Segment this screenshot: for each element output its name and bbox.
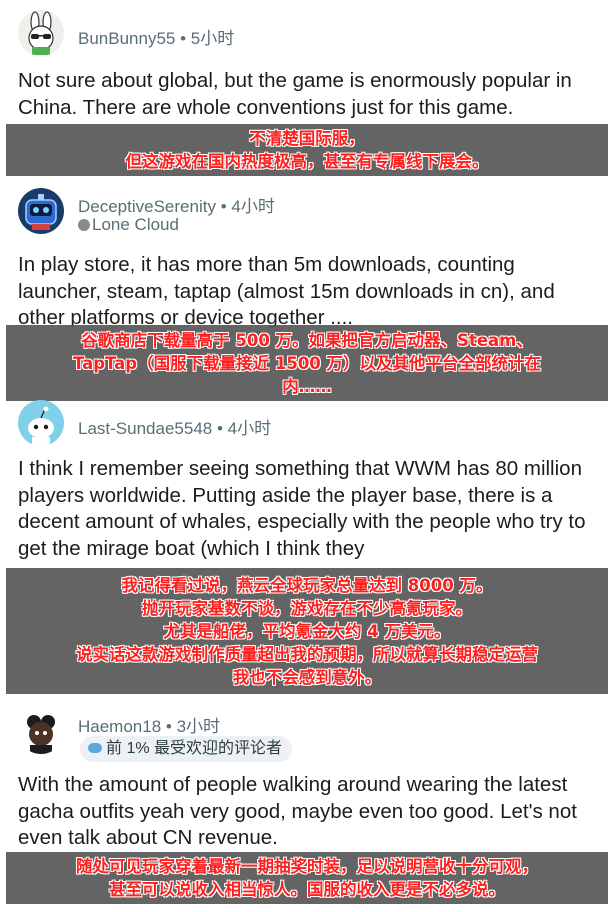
timestamp: 3小时 (176, 717, 221, 736)
comment-meta: Last-Sundae5548 • 4小时 (78, 414, 271, 439)
meta-separator: • (220, 197, 227, 216)
cloud-flair-icon (78, 219, 90, 231)
username[interactable]: DeceptiveSerenity (78, 197, 216, 216)
dark-avatar-icon[interactable] (18, 708, 64, 754)
translation-line: 但这游戏在国内热度极高，甚至有专属线下展会。 (125, 152, 489, 171)
meta-separator: • (180, 29, 187, 48)
bunny-avatar-icon[interactable] (18, 10, 64, 56)
user-flair: Lone Cloud (78, 215, 179, 235)
comment-body: With the amount of people walking around… (18, 773, 577, 849)
meta-separator: • (216, 419, 223, 438)
username[interactable]: Haemon18 (78, 717, 161, 736)
comment-meta: Haemon18 • 3小时 (78, 712, 220, 737)
timestamp: 4小时 (227, 419, 272, 438)
comment-meta: BunBunny55 • 5小时 (78, 24, 234, 49)
translation-line: 尤其是船佬，平均氪金大约 4 万美元。 (163, 621, 451, 641)
translation-overlay-4: 随处可见玩家穿着最新一期抽奖时装，足以说明营收十分可观， 甚至可以说收入相当惊人… (6, 852, 608, 904)
username[interactable]: BunBunny55 (78, 29, 175, 48)
snoo-avatar-icon[interactable] (18, 400, 64, 446)
badge-text: 前 1% 最受欢迎的评论者 (106, 740, 283, 757)
translation-line: 抛开玩家基数不谈，游戏存在不少高氪玩家。 (142, 598, 472, 618)
translation-overlay-3: 我记得看过说，燕云全球玩家总量达到 8000 万。 抛开玩家基数不谈，游戏存在不… (6, 568, 608, 694)
top-commenter-icon (88, 743, 102, 753)
translation-line: 甚至可以说收入相当惊人。国服的收入更是不必多说。 (109, 880, 505, 899)
translation-line: 我记得看过说，燕云全球玩家总量达到 8000 万。 (121, 575, 493, 595)
timestamp: 4小时 (231, 197, 275, 216)
timestamp: 5小时 (190, 29, 235, 48)
meta-separator: • (165, 717, 172, 736)
translation-overlay-1: 不清楚国际服， 但这游戏在国内热度极高，甚至有专属线下展会。 (6, 124, 608, 176)
flair-text: Lone Cloud (92, 215, 179, 234)
translation-line: TapTap（国服下载量接近 1500 万）以及其他平台全部统计在 (72, 353, 542, 373)
comment-meta: DeceptiveSerenity • 4小时 (78, 192, 275, 217)
translation-line: 不清楚国际服， (249, 129, 365, 148)
robot-avatar-icon[interactable] (18, 188, 64, 234)
top-commenter-badge: 前 1% 最受欢迎的评论者 (80, 736, 293, 762)
translation-line: 谷歌商店下载量高于 500 万。如果把官方启动器、Steam、 (81, 330, 533, 350)
username[interactable]: Last-Sundae5548 (78, 419, 212, 438)
translation-line: 我也不会感到意外。 (232, 667, 382, 687)
comment-body: In play store, it has more than 5m downl… (18, 253, 555, 329)
translation-line: 内…… (282, 376, 332, 396)
translation-line: 说实话这款游戏制作质量超出我的预期，所以就算长期稳定运营 (76, 644, 538, 664)
translation-overlay-2: 谷歌商店下载量高于 500 万。如果把官方启动器、Steam、 TapTap（国… (6, 325, 608, 401)
comment-body: Not sure about global, but the game is e… (18, 69, 572, 119)
translation-line: 随处可见玩家穿着最新一期抽奖时装，足以说明营收十分可观， (76, 857, 538, 876)
